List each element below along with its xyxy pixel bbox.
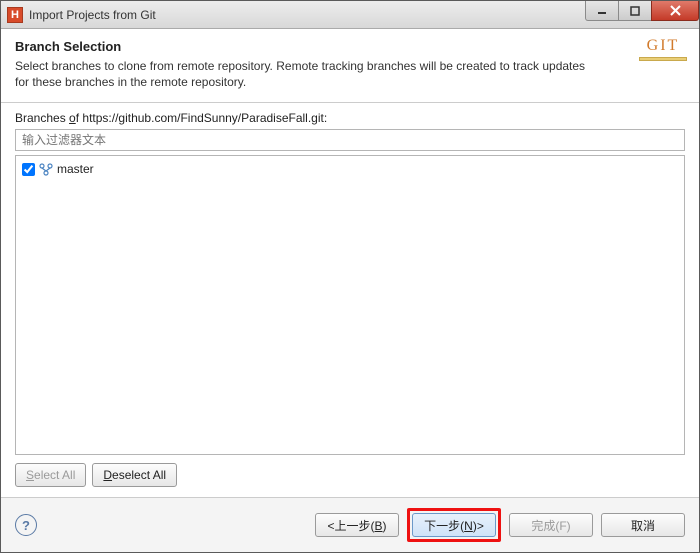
- selection-buttons-row: Select All Deselect All: [15, 463, 685, 487]
- page-title: Branch Selection: [15, 39, 685, 54]
- branch-checkbox[interactable]: [22, 163, 35, 176]
- window-controls: [586, 1, 699, 28]
- finish-button[interactable]: 完成(F): [509, 513, 593, 537]
- titlebar[interactable]: H Import Projects from Git: [1, 1, 699, 29]
- window-title: Import Projects from Git: [29, 8, 586, 22]
- page-description: Select branches to clone from remote rep…: [15, 58, 595, 90]
- help-button[interactable]: ?: [15, 514, 37, 536]
- wizard-footer: ? <上一步(B) 下一步(N)> 完成(F) 取消: [1, 498, 699, 552]
- select-all-button[interactable]: Select All: [15, 463, 86, 487]
- back-button[interactable]: <上一步(B): [315, 513, 399, 537]
- branch-list[interactable]: master: [15, 155, 685, 455]
- git-logo-icon: GIT: [639, 37, 687, 61]
- branch-item[interactable]: master: [22, 160, 678, 178]
- next-button-highlight: 下一步(N)>: [407, 508, 501, 542]
- content-area: Branches of https://github.com/FindSunny…: [1, 103, 699, 497]
- filter-input[interactable]: [15, 129, 685, 151]
- cancel-button[interactable]: 取消: [601, 513, 685, 537]
- branch-name: master: [57, 162, 94, 176]
- dialog-window: H Import Projects from Git Branch Select…: [0, 0, 700, 553]
- wizard-header: Branch Selection Select branches to clon…: [1, 29, 699, 103]
- minimize-button[interactable]: [585, 1, 619, 21]
- next-button[interactable]: 下一步(N)>: [412, 513, 496, 537]
- branch-icon: [39, 162, 53, 176]
- app-icon: H: [7, 7, 23, 23]
- maximize-button[interactable]: [618, 1, 652, 21]
- close-button[interactable]: [651, 1, 699, 21]
- branches-label: Branches of https://github.com/FindSunny…: [15, 111, 685, 125]
- git-logo-text: GIT: [639, 37, 687, 55]
- deselect-all-button[interactable]: Deselect All: [92, 463, 177, 487]
